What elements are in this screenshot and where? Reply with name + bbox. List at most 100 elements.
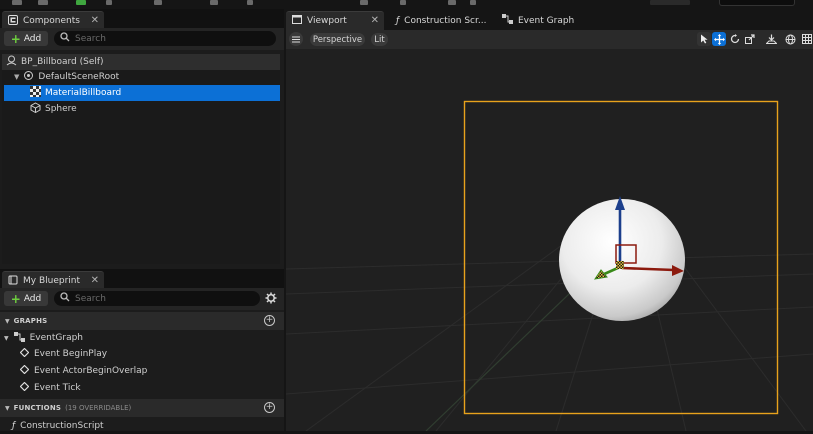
search-icon (60, 292, 70, 305)
chevron-down-icon: ▼ (4, 334, 9, 342)
class-settings-icon[interactable] (247, 0, 253, 5)
viewport-toolbar: Perspective Lit (286, 30, 813, 49)
main-toolbar (0, 0, 813, 9)
components-toolbar: + Add Search (0, 28, 284, 50)
plus-icon: + (10, 31, 21, 46)
diff-icon[interactable] (106, 0, 112, 5)
blueprint-tabstrip: My Blueprint ✕ (0, 269, 284, 290)
tab-label: Viewport (307, 16, 347, 26)
function-item-label: ConstructionScript (20, 421, 104, 431)
debug-filter[interactable] (650, 0, 690, 5)
select-mode-icon[interactable] (697, 32, 711, 46)
tree-item-label: Sphere (45, 104, 77, 114)
tree-item-label: BP_Billboard (Self) (21, 57, 104, 67)
toolbar-search-field[interactable] (719, 0, 795, 6)
simulation-icon[interactable] (400, 0, 406, 5)
graphs-section-header[interactable]: ▼ GRAPHS + (0, 312, 284, 330)
event-item-begin-play[interactable]: Event BeginPlay (19, 346, 108, 362)
lighting-dropdown[interactable]: Lit (371, 33, 388, 46)
surface-snap-icon[interactable] (764, 32, 778, 46)
chevron-down-icon: ▼ (5, 317, 10, 325)
components-tab-label: Components (23, 16, 80, 26)
tab-construction-script[interactable]: ƒ Construction Scr... (390, 11, 494, 30)
play-icon[interactable] (448, 0, 456, 5)
chevron-down-icon: ▼ (5, 404, 10, 412)
tree-item-default-scene-root[interactable]: ▼ DefaultSceneRoot (2, 69, 280, 85)
debug-icon[interactable] (470, 0, 476, 5)
class-defaults-icon[interactable] (360, 0, 368, 5)
tab-event-graph[interactable]: Event Graph (496, 11, 592, 30)
translate-mode-icon[interactable] (712, 32, 726, 46)
left-panel: Components ✕ + Add Search BP_Billboard (… (0, 9, 284, 431)
plus-icon: + (10, 291, 21, 306)
editor-tabstrip: Viewport ✕ ƒ Construction Scr... Event G… (286, 9, 813, 30)
event-icon (19, 364, 30, 377)
function-icon: ƒ (12, 421, 16, 431)
components-search-input[interactable]: Search (54, 31, 276, 46)
graph-item-event-graph[interactable]: ▼ EventGraph (4, 330, 83, 346)
close-icon[interactable]: ✕ (91, 15, 99, 26)
event-item-label: Event Tick (34, 383, 81, 393)
components-icon (8, 14, 18, 28)
tree-item-self[interactable]: BP_Billboard (Self) (2, 54, 280, 70)
functions-overridable-count: (19 OVERRIDABLE) (65, 404, 132, 412)
search-toolbar-icon[interactable] (210, 0, 218, 5)
add-label: Add (23, 33, 42, 44)
static-mesh-icon (30, 102, 41, 116)
scale-mode-icon[interactable] (743, 32, 757, 46)
function-icon: ƒ (396, 15, 400, 26)
floor-grid (286, 228, 813, 431)
add-graph-icon[interactable]: + (264, 315, 275, 326)
chevron-down-icon: ▼ (14, 73, 20, 81)
tree-item-label: MaterialBillboard (45, 88, 122, 98)
add-member-button[interactable]: + Add (4, 291, 48, 306)
world-local-icon[interactable] (783, 32, 797, 46)
function-item-construction-script[interactable]: ƒ ConstructionScript (12, 418, 104, 434)
blueprint-search-input[interactable]: Search (54, 291, 260, 306)
event-item-actor-begin-overlap[interactable]: Event ActorBeginOverlap (19, 363, 148, 379)
billboard-sprite[interactable] (616, 261, 624, 269)
blueprint-toolbar: + Add Search (0, 288, 284, 310)
add-function-icon[interactable]: + (264, 402, 275, 413)
event-icon (19, 381, 30, 394)
add-label: Add (23, 293, 42, 304)
components-tree: BP_Billboard (Self) ▼ DefaultSceneRoot M… (2, 54, 280, 264)
rotate-mode-icon[interactable] (728, 32, 742, 46)
tab-label: Construction Scr... (404, 15, 487, 26)
search-icon (60, 32, 70, 45)
close-icon[interactable]: ✕ (371, 15, 379, 26)
tree-item-sphere[interactable]: Sphere (2, 101, 280, 117)
blueprint-tab-label: My Blueprint (23, 276, 81, 286)
checker-icon (30, 86, 41, 100)
components-tabstrip: Components ✕ (0, 9, 284, 30)
search-placeholder: Search (75, 33, 106, 44)
save-icon[interactable] (12, 0, 22, 5)
book-icon (8, 275, 18, 288)
gear-icon[interactable] (265, 292, 277, 307)
functions-header-label: FUNCTIONS (13, 404, 62, 412)
functions-section-header[interactable]: ▼ FUNCTIONS (19 OVERRIDABLE) + (0, 399, 284, 417)
compile-icon[interactable] (76, 0, 86, 5)
event-item-label: Event ActorBeginOverlap (34, 366, 148, 376)
search-placeholder: Search (75, 293, 106, 304)
add-component-button[interactable]: + Add (4, 31, 48, 46)
sphere-mesh[interactable] (559, 199, 685, 321)
graph-icon (502, 14, 513, 27)
tree-item-label: DefaultSceneRoot (38, 72, 120, 82)
graph-icon (13, 331, 25, 345)
close-icon[interactable]: ✕ (91, 275, 99, 286)
view-mode-dropdown[interactable]: Perspective (310, 33, 365, 46)
tab-label: Event Graph (518, 15, 575, 26)
viewport-panel: Viewport ✕ ƒ Construction Scr... Event G… (286, 9, 813, 431)
grid-snap-icon[interactable] (800, 32, 813, 46)
hamburger-menu-icon[interactable] (289, 32, 303, 46)
tab-viewport[interactable]: Viewport ✕ (286, 11, 384, 30)
browse-icon[interactable] (38, 0, 48, 5)
viewport-icon (292, 15, 302, 27)
event-item-tick[interactable]: Event Tick (19, 380, 81, 396)
find-icon[interactable] (154, 0, 162, 5)
event-item-label: Event BeginPlay (34, 349, 108, 359)
viewport-scene[interactable] (286, 49, 813, 431)
tree-item-material-billboard[interactable]: MaterialBillboard (4, 85, 280, 101)
event-icon (19, 347, 30, 360)
